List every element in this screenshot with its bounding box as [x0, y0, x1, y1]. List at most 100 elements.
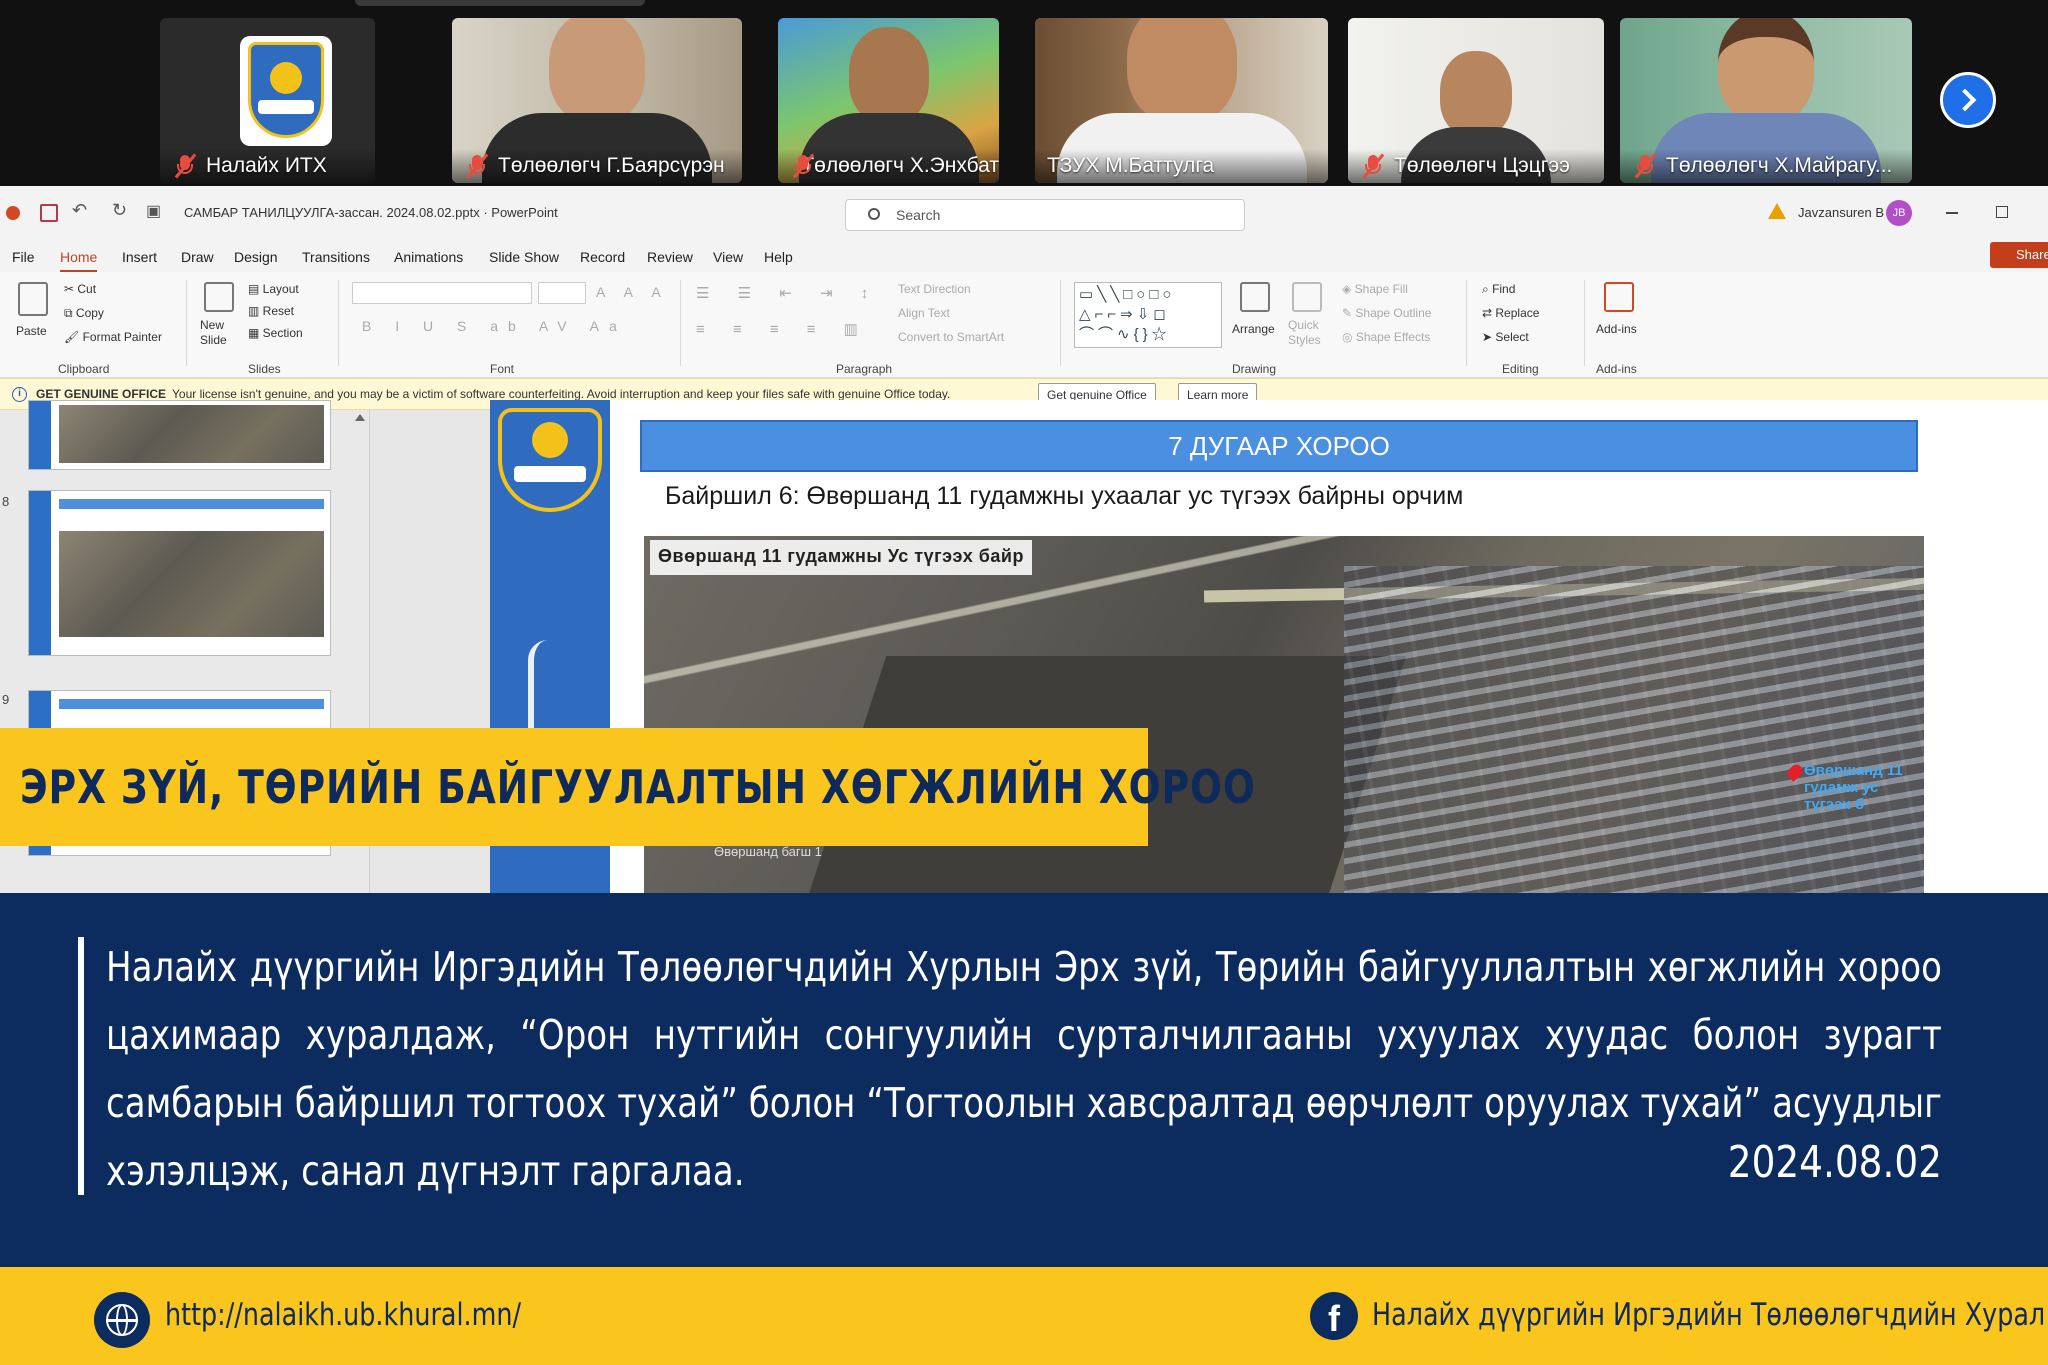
infobar-message: Your license isn't genuine, and you may … — [172, 387, 951, 401]
title-bar: ↶ ↻ ▣ САМБАР ТАНИЛЦУУЛГА-зассан. 2024.08… — [0, 186, 2048, 242]
maximize-icon[interactable] — [1996, 206, 2008, 218]
undo-icon[interactable]: ↶ — [72, 200, 90, 220]
align-icons[interactable]: ≡ ≡ ≡ ≡ ▥ — [696, 320, 870, 338]
group-label-font: Font — [490, 362, 515, 376]
convert-smartart-button[interactable]: Convert to SmartArt — [898, 330, 1004, 344]
find-button[interactable]: ⌕ Find — [1482, 282, 1515, 297]
font-format-icons[interactable]: B I U S ab AV Aa — [362, 318, 627, 334]
mic-muted-icon — [172, 153, 198, 179]
strip-handle[interactable] — [355, 0, 645, 6]
participant-tile-6[interactable]: Төлөөлөгч Х.Майрагу... — [1620, 18, 1912, 183]
shape-fill-label: Shape Fill — [1354, 282, 1408, 296]
globe-icon — [94, 1292, 150, 1348]
align-text-button[interactable]: Align Text — [898, 306, 950, 320]
quick-styles-icon[interactable] — [1292, 282, 1322, 312]
infobar-title: GET GENUINE OFFICE — [36, 387, 167, 401]
text-direction-button[interactable]: Text Direction — [898, 282, 971, 296]
participant-tile-2[interactable]: Төлөөлөгч Г.Баярсүрэн — [452, 18, 742, 183]
replace-button[interactable]: ⇄ Replace — [1482, 306, 1539, 320]
format-painter-button[interactable]: 🖌 Format Painter — [64, 330, 162, 344]
addins-icon[interactable] — [1604, 282, 1634, 312]
group-label-slides: Slides — [248, 362, 281, 376]
paste-icon[interactable] — [18, 282, 48, 316]
slide-title: 7 ДУГААР ХОРОО — [640, 420, 1918, 472]
tab-file[interactable]: File — [12, 249, 35, 265]
shape-outline-button[interactable]: ✎ Shape Outline — [1342, 306, 1431, 320]
section-button[interactable]: ▦ Section — [248, 326, 303, 340]
layout-button[interactable]: ▤ Layout — [248, 282, 299, 296]
addins-button[interactable]: Add-ins — [1596, 322, 1637, 336]
save-icon[interactable] — [40, 204, 58, 222]
map-pin-label: Өвөршанд 11 гудамж ус түгээх б — [1804, 762, 1903, 813]
scroll-up-icon[interactable] — [355, 414, 365, 421]
share-button[interactable]: Share — [1990, 242, 2048, 268]
facebook-page-name[interactable]: Налайх дүүргийн Иргэдийн Төлөөлөгчдийн Х… — [1372, 1297, 2045, 1333]
shapes-gallery[interactable]: ▭╲╲□○□○ △⌐⌐⇒⇩◻︎ ⌒⌒∿{}☆ — [1074, 282, 1222, 348]
reset-button[interactable]: ▥ Reset — [248, 304, 294, 318]
website-link[interactable]: http://nalaikh.ub.khural.mn/ — [165, 1297, 521, 1333]
arrange-icon[interactable] — [1240, 282, 1270, 312]
replace-icon: ⇄ — [1482, 306, 1496, 320]
brush-icon: 🖌 — [64, 330, 83, 344]
mic-muted-icon — [1632, 153, 1658, 179]
present-icon[interactable]: ▣ — [146, 201, 164, 220]
search-input[interactable]: Search — [845, 199, 1245, 231]
tab-design[interactable]: Design — [234, 249, 278, 265]
mic-muted-icon — [1360, 153, 1386, 179]
copy-icon: ⧉ — [64, 306, 76, 320]
find-icon: ⌕ — [1482, 282, 1493, 296]
font-family-select[interactable] — [352, 282, 532, 304]
font-size-select[interactable] — [538, 282, 586, 304]
ribbon: Paste ✂ Cut ⧉ Copy 🖌 Format Painter Clip… — [0, 272, 2048, 378]
format-painter-label: Format Painter — [82, 330, 162, 344]
tab-help[interactable]: Help — [764, 249, 793, 265]
redo-icon[interactable]: ↻ — [112, 200, 130, 220]
group-label-clipboard: Clipboard — [58, 362, 110, 376]
reset-label: Reset — [262, 304, 295, 318]
tab-transitions[interactable]: Transitions — [302, 249, 370, 265]
tab-review[interactable]: Review — [647, 249, 693, 265]
user-name[interactable]: Javzansuren B — [1798, 205, 1884, 220]
committee-title: ЭРХ ЗҮЙ, ТӨРИЙН БАЙГУУЛАЛТЫН ХӨГЖЛИЙН ХО… — [20, 760, 1256, 814]
tab-draw[interactable]: Draw — [181, 249, 214, 265]
new-slide-button[interactable]: New Slide — [200, 318, 240, 348]
participant-tile-3[interactable]: Төлөөлөгч Х.Энхбат — [778, 18, 999, 183]
mic-muted-icon — [464, 153, 490, 179]
select-button[interactable]: ➤ Select — [1482, 330, 1529, 344]
select-label: Select — [1495, 330, 1529, 344]
tab-view[interactable]: View — [713, 249, 743, 265]
quick-styles-button[interactable]: Quick Styles — [1288, 318, 1328, 348]
participant-name: Төлөөлөгч Г.Баярсүрэн — [498, 154, 725, 177]
warning-icon[interactable] — [1768, 203, 1786, 219]
participant-tile-5[interactable]: Төлөөлөгч Цэцгээ — [1348, 18, 1604, 183]
cut-button[interactable]: ✂ Cut — [64, 282, 96, 296]
ribbon-tabs: File Home Insert Draw Design Transitions… — [0, 242, 2048, 273]
list-icons[interactable]: ☰ ☰ ⇤ ⇥ ↕ — [696, 284, 880, 302]
facebook-icon: f — [1310, 1292, 1358, 1340]
avatar[interactable]: JB — [1886, 200, 1912, 226]
slide-subtitle: Байршил 6: Өвөршанд 11 гудамжны ухаалаг … — [665, 482, 1464, 510]
font-grow-icons[interactable]: A A A — [596, 284, 669, 300]
copy-button[interactable]: ⧉ Copy — [64, 306, 104, 321]
screen: Налайх ИТХ Төлөөлөгч Г.Баярсүрэн Төлөөлө… — [0, 0, 2048, 1365]
news-body: Налайх дүүргийн Иргэдийн Төлөөлөгчдийн Х… — [106, 943, 1942, 1195]
slide-thumbnail-7[interactable] — [28, 400, 331, 470]
slide-thumbnail-8[interactable] — [28, 490, 331, 656]
participant-tile-1[interactable]: Налайх ИТХ — [160, 18, 375, 183]
tab-insert[interactable]: Insert — [122, 249, 157, 265]
arrange-button[interactable]: Arrange — [1232, 322, 1275, 336]
minimize-icon[interactable] — [1946, 212, 1958, 214]
scissors-icon: ✂ — [64, 282, 78, 296]
tab-slide-show[interactable]: Slide Show — [489, 249, 559, 265]
tab-animations[interactable]: Animations — [394, 249, 463, 265]
new-slide-icon[interactable] — [204, 282, 234, 312]
paste-button[interactable]: Paste — [16, 324, 47, 338]
tab-record[interactable]: Record — [580, 249, 625, 265]
participant-tile-active-speaker[interactable]: ТЗУХ М.Баттулга — [1035, 18, 1328, 183]
next-participants-button[interactable] — [1940, 72, 1996, 128]
slide-number: 9 — [2, 692, 10, 707]
org-emblem-icon — [240, 36, 332, 146]
shape-fill-button[interactable]: ◈ Shape Fill — [1342, 282, 1408, 296]
tab-home[interactable]: Home — [60, 249, 98, 273]
shape-effects-button[interactable]: ◎ Shape Effects — [1342, 330, 1430, 344]
